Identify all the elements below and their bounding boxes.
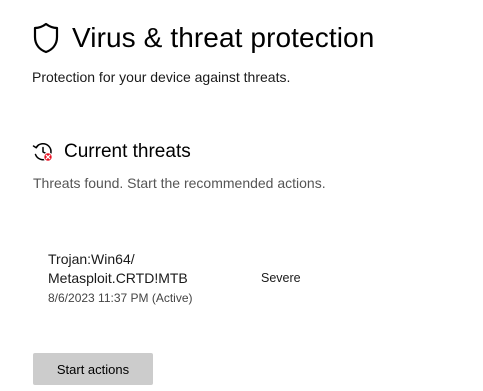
shield-icon [33, 22, 59, 54]
threat-date: 8/6/2023 11:37 PM (Active) [48, 291, 193, 305]
section-title: Current threats [64, 141, 191, 162]
page-title: Virus & threat protection [72, 22, 375, 53]
threats-status-text: Threats found. Start the recommended act… [33, 175, 326, 191]
start-actions-button[interactable]: Start actions [33, 353, 153, 385]
threat-history-icon [32, 143, 53, 162]
page-subtitle: Protection for your device against threa… [32, 69, 291, 85]
threat-severity: Severe [261, 271, 301, 285]
page-header: Virus & threat protection [32, 18, 374, 58]
current-threats-header: Current threats [32, 139, 191, 165]
